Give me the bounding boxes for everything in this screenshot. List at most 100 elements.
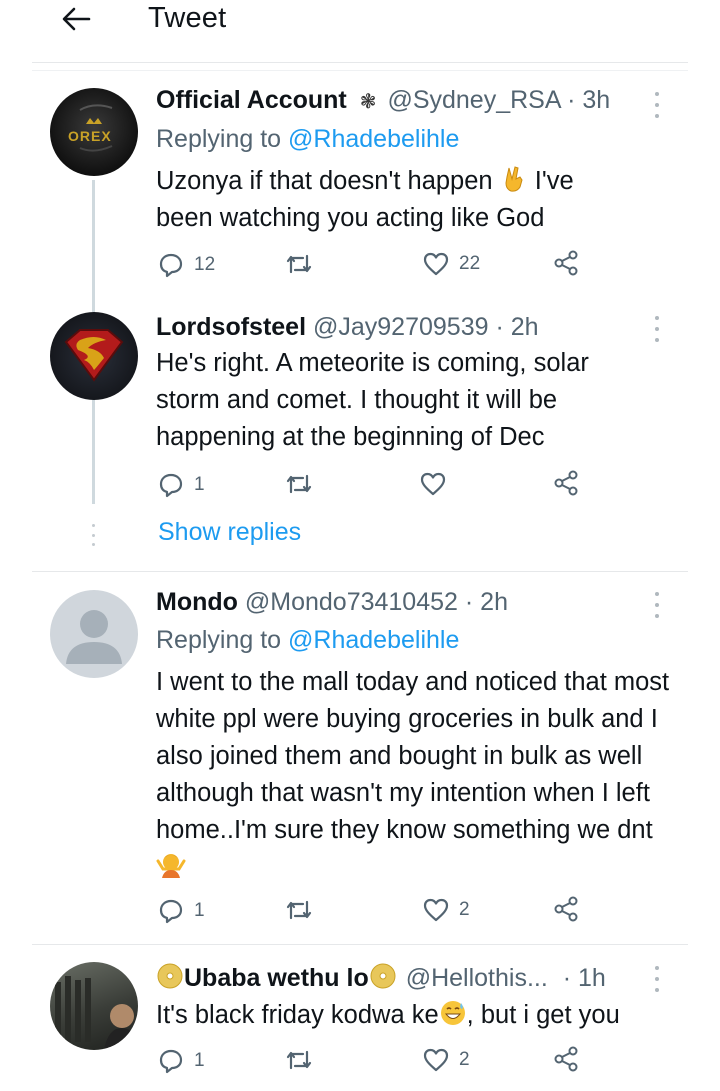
retweet-button[interactable]	[285, 252, 323, 276]
display-name[interactable]: Lordsofsteel	[156, 313, 306, 341]
share-button[interactable]	[553, 470, 579, 496]
tweet-text: I went to the mall today and noticed tha…	[156, 664, 676, 886]
more-options-button[interactable]	[654, 966, 660, 992]
more-options-button[interactable]	[654, 316, 660, 342]
tweet-text-part: I went to the mall today and noticed tha…	[156, 668, 670, 844]
like-button[interactable]: 2	[423, 1048, 470, 1072]
heart-icon	[423, 1048, 449, 1072]
user-handle[interactable]: @Sydney_RSA	[387, 86, 560, 114]
grinning-sweat-emoji	[440, 1001, 465, 1025]
reply-count: 12	[194, 254, 216, 275]
arrow-left-icon	[62, 7, 91, 31]
replying-to: Replying to @Rhadebelihle	[156, 125, 459, 154]
timestamp[interactable]: · 2h	[465, 588, 508, 616]
like-button[interactable]: 2	[423, 898, 470, 922]
heart-icon	[423, 898, 449, 922]
header-divider-2	[32, 70, 688, 71]
cd-emoji	[370, 963, 396, 989]
retweet-button[interactable]	[285, 898, 323, 922]
replying-to: Replying to @Rhadebelihle	[156, 626, 459, 655]
avatar[interactable]	[50, 590, 138, 678]
retweet-button[interactable]	[285, 472, 323, 496]
user-handle[interactable]: @Jay92709539	[313, 313, 489, 341]
replying-prefix: Replying to	[156, 125, 282, 153]
avatar[interactable]	[50, 312, 138, 400]
reply-button[interactable]: 1	[158, 898, 205, 924]
tweet-text-part: , but i get you	[466, 1001, 620, 1029]
like-button[interactable]: 22	[423, 252, 480, 276]
share-icon	[554, 470, 578, 496]
like-count: 2	[459, 899, 470, 920]
tweet-text-part: been watching you acting like God	[156, 204, 545, 232]
photo-avatar-icon	[55, 976, 138, 1050]
reply-button[interactable]: 12	[158, 252, 215, 278]
tweet-text-part: I've	[534, 167, 574, 195]
replying-prefix: Replying to	[156, 626, 282, 654]
more-options-button[interactable]	[654, 92, 660, 118]
like-count: 2	[459, 1049, 470, 1070]
tweet-header: Official Account ❃ @Sydney_RSA · 3h	[156, 86, 610, 115]
reply-icon	[159, 473, 183, 498]
avatar-text: OREX	[68, 128, 112, 144]
like-count: 22	[459, 253, 481, 274]
person-shrugging-emoji	[156, 854, 186, 878]
tweet-header: Lordsofsteel @Jay92709539 · 2h	[156, 313, 539, 342]
retweet-icon	[286, 474, 312, 494]
retweet-icon	[286, 1050, 312, 1070]
reply-count: 1	[194, 1050, 205, 1071]
display-name[interactable]: Mondo	[156, 588, 238, 616]
flower-icon: ❃	[359, 91, 377, 113]
like-button[interactable]	[420, 472, 456, 496]
reply-count: 1	[194, 900, 205, 921]
tweet-header: Ubaba wethu lo @Hellothis... · 1h	[156, 962, 606, 993]
share-button[interactable]	[553, 1046, 579, 1072]
tweet-header: Mondo @Mondo73410452 · 2h	[156, 588, 508, 617]
display-name[interactable]: Official Account	[156, 86, 347, 114]
mention-link[interactable]: @Rhadebelihle	[288, 125, 459, 153]
reply-icon	[159, 899, 183, 924]
share-icon	[554, 1046, 578, 1072]
default-avatar-icon	[66, 610, 122, 664]
cd-emoji	[157, 963, 183, 989]
reply-icon	[159, 1049, 183, 1074]
share-button[interactable]	[553, 250, 579, 276]
conversation-divider	[32, 944, 688, 945]
timestamp[interactable]: · 2h	[495, 313, 538, 341]
header-divider	[32, 62, 688, 63]
heart-icon	[423, 252, 449, 276]
show-replies-link[interactable]: Show replies	[158, 518, 301, 547]
retweet-button[interactable]	[285, 1048, 323, 1072]
back-button[interactable]	[60, 4, 92, 34]
avatar[interactable]	[50, 962, 138, 1050]
timestamp[interactable]: · 1h	[563, 964, 606, 992]
share-button[interactable]	[553, 896, 579, 922]
heart-icon	[420, 472, 446, 496]
mention-link[interactable]: @Rhadebelihle	[288, 626, 459, 654]
victory-hand-emoji	[505, 166, 523, 192]
share-icon	[554, 250, 578, 276]
retweet-icon	[286, 254, 312, 274]
share-icon	[554, 896, 578, 922]
avatar[interactable]: OREX	[50, 88, 138, 176]
display-name[interactable]: Ubaba wethu lo	[184, 964, 369, 992]
superman-logo-icon	[64, 329, 124, 382]
top-bar: Tweet	[0, 0, 720, 40]
retweet-icon	[286, 900, 312, 920]
tweet-text-part: Uzonya if that doesn't happen	[156, 167, 493, 195]
user-handle[interactable]: @Hellothis...	[406, 964, 548, 992]
tweet-text: It's black friday kodwa ke , but i get yo…	[156, 997, 696, 1034]
conversation-divider	[32, 571, 688, 572]
thread-ellipsis	[92, 524, 96, 546]
tweet-text: He's right. A meteorite is coming, solar…	[156, 349, 589, 451]
more-options-button[interactable]	[654, 592, 660, 618]
reply-button[interactable]: 1	[158, 1048, 205, 1074]
reply-button[interactable]: 1	[158, 472, 205, 498]
timestamp[interactable]: · 3h	[567, 86, 610, 114]
reply-count: 1	[194, 474, 205, 495]
tweet-text: Uzonya if that doesn't happen I've been …	[156, 163, 696, 237]
user-handle[interactable]: @Mondo73410452	[245, 588, 458, 616]
reply-icon	[159, 253, 183, 278]
thread-connector	[92, 180, 95, 312]
page-title: Tweet	[148, 2, 227, 34]
thread-connector	[92, 384, 95, 504]
